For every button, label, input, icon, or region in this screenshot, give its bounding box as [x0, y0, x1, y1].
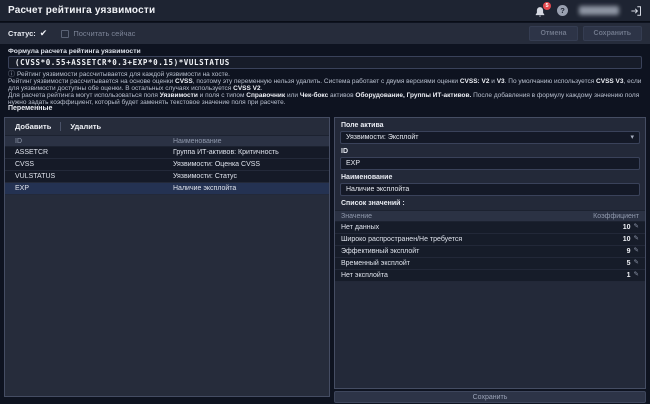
values-list-label: Список значений :	[341, 200, 639, 207]
value-cell: Широко распространен/Не требуется	[335, 236, 593, 243]
variables-toolbar: Добавить Удалить	[5, 118, 329, 135]
name-value: Наличие эксплойта	[346, 186, 409, 193]
variable-id-cell: CVSS	[5, 161, 171, 168]
notification-badge: 5	[543, 2, 551, 10]
variable-name-cell: Наличие эксплойта	[171, 185, 329, 192]
recalc-checkbox-wrap: Посчитать сейчас	[61, 29, 135, 38]
coefficient-value: 9	[627, 248, 631, 255]
edit-coefficient-icon[interactable]: ✎	[634, 272, 639, 279]
variable-row[interactable]: CVSSУязвимости: Оценка CVSS	[5, 159, 329, 171]
values-table-header: Значение Коэффициент	[335, 210, 645, 222]
asset-field-label: Поле актива	[341, 122, 639, 129]
coefficient-cell: 5✎	[593, 260, 645, 267]
coefficient-value: 1	[627, 272, 631, 279]
variable-name-cell: Уязвимости: Оценка CVSS	[171, 161, 329, 168]
value-cell: Нет данных	[335, 224, 593, 231]
coefficient-cell: 1✎	[593, 272, 645, 279]
column-header-value: Значение	[335, 213, 593, 220]
id-label: ID	[341, 148, 639, 155]
variable-name-cell: Группа ИТ-активов: Критичность	[171, 149, 329, 156]
header-actions: 5 ?	[534, 5, 642, 17]
variables-table-header: ID Наименование	[5, 135, 329, 147]
coefficient-value: 10	[623, 236, 631, 243]
formula-label: Формула расчета рейтинга уязвимости	[8, 48, 141, 55]
edit-coefficient-icon[interactable]: ✎	[634, 236, 639, 243]
top-header: Расчет рейтинга уязвимости 5 ?	[0, 0, 650, 22]
app-window: Расчет рейтинга уязвимости 5 ? Статус: ✔	[0, 0, 650, 404]
variables-table-body: ASSETCRГруппа ИТ-активов: КритичностьCVS…	[5, 147, 329, 195]
formula-input[interactable]: (CVSS*0.55+ASSETCR*0.3+EXP*0.15)*VULSTAT…	[8, 56, 642, 69]
editor-save-button[interactable]: Сохранить	[334, 391, 646, 403]
variable-name-cell: Уязвимости: Статус	[171, 173, 329, 180]
values-table: Значение Коэффициент Нет данных10✎Широко…	[335, 210, 645, 282]
username-redacted	[579, 6, 619, 15]
coefficient-cell: 10✎	[593, 224, 645, 231]
column-header-id: ID	[5, 138, 171, 145]
page-title: Расчет рейтинга уязвимости	[8, 5, 534, 16]
status-label: Статус:	[8, 29, 36, 38]
edit-coefficient-icon[interactable]: ✎	[634, 260, 639, 267]
help-button[interactable]: ?	[557, 5, 568, 16]
save-button[interactable]: Сохранить	[583, 26, 642, 41]
variables-panel: Добавить Удалить ID Наименование ASSETCR…	[4, 117, 330, 397]
coefficient-cell: 9✎	[593, 248, 645, 255]
variable-row[interactable]: EXPНаличие эксплойта	[5, 183, 329, 195]
variable-id-cell: EXP	[5, 185, 171, 192]
id-input[interactable]: EXP	[340, 157, 640, 170]
value-row[interactable]: Эффективный эксплойт9✎	[335, 246, 645, 258]
toolbar-buttons: Отмена Сохранить	[529, 26, 642, 41]
edit-coefficient-icon[interactable]: ✎	[634, 248, 639, 255]
formula-info: ⓘРейтинг уязвимости рассчитывается для к…	[8, 72, 645, 107]
recalc-checkbox-label: Посчитать сейчас	[73, 29, 135, 38]
variable-row[interactable]: VULSTATUSУязвимости: Статус	[5, 171, 329, 183]
add-variable-button[interactable]: Добавить	[15, 122, 51, 131]
formula-info-line: Рейтинг уязвимости рассчитывается на осн…	[8, 79, 645, 92]
values-table-body: Нет данных10✎Широко распространен/Не тре…	[335, 222, 645, 282]
chevron-down-icon: ▾	[630, 134, 634, 141]
coefficient-cell: 10✎	[593, 236, 645, 243]
variables-section-label: Переменные	[8, 105, 52, 112]
variable-editor-panel: Поле актива Уязвимости: Эксплойт ▾ ID EX…	[334, 117, 646, 389]
variable-id-cell: VULSTATUS	[5, 173, 171, 180]
edit-coefficient-icon[interactable]: ✎	[634, 224, 639, 231]
toolbar-divider	[60, 122, 61, 131]
value-cell: Нет эксплойта	[335, 272, 593, 279]
name-label: Наименование	[341, 174, 639, 181]
status-check-icon: ✔	[40, 29, 48, 38]
formula-info-line: Для расчета рейтинга могут использоватьс…	[8, 93, 645, 106]
column-header-name: Наименование	[171, 138, 329, 145]
value-row[interactable]: Нет эксплойта1✎	[335, 270, 645, 282]
value-row[interactable]: Широко распространен/Не требуется10✎	[335, 234, 645, 246]
delete-variable-button[interactable]: Удалить	[70, 122, 101, 131]
column-header-coefficient: Коэффициент	[593, 213, 645, 220]
cancel-button[interactable]: Отмена	[529, 26, 577, 41]
help-icon: ?	[560, 6, 565, 15]
id-value: EXP	[346, 160, 360, 167]
variable-id-cell: ASSETCR	[5, 149, 171, 156]
logout-icon[interactable]	[630, 5, 642, 17]
recalc-checkbox[interactable]	[61, 30, 69, 38]
value-cell: Эффективный эксплойт	[335, 248, 593, 255]
name-input[interactable]: Наличие эксплойта	[340, 183, 640, 196]
value-row[interactable]: Нет данных10✎	[335, 222, 645, 234]
status-toolbar: Статус: ✔ Посчитать сейчас Отмена Сохран…	[0, 23, 650, 44]
variable-row[interactable]: ASSETCRГруппа ИТ-активов: Критичность	[5, 147, 329, 159]
value-cell: Временный эксплойт	[335, 260, 593, 267]
coefficient-value: 5	[627, 260, 631, 267]
notifications-button[interactable]: 5	[534, 5, 546, 17]
info-icon: ⓘ	[8, 71, 15, 78]
coefficient-value: 10	[623, 224, 631, 231]
asset-field-select[interactable]: Уязвимости: Эксплойт ▾	[340, 131, 640, 144]
asset-field-value: Уязвимости: Эксплойт	[346, 134, 418, 141]
value-row[interactable]: Временный эксплойт5✎	[335, 258, 645, 270]
